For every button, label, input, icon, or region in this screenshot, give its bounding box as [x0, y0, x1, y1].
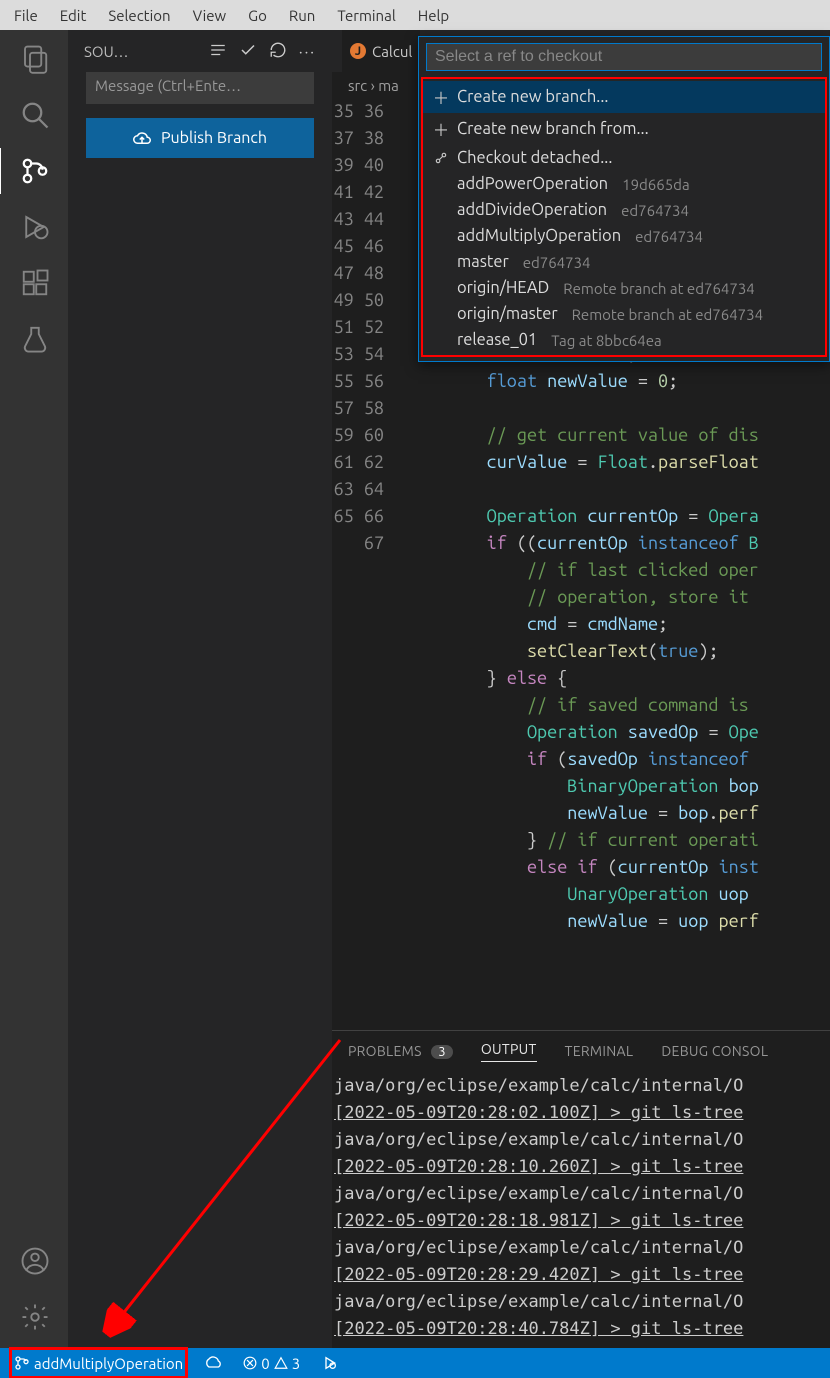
scm-title: SOU…	[84, 43, 197, 60]
editor-tab-calcul[interactable]: J Calcul	[342, 30, 420, 72]
settings-gear-icon[interactable]	[20, 1302, 50, 1332]
tab-label: Calcul	[372, 43, 412, 60]
quickpick-item-label: addPowerOperation	[457, 175, 608, 193]
quickpick-item-label: origin/master	[457, 305, 558, 323]
menu-help[interactable]: Help	[408, 5, 459, 26]
status-branch-name: addMultiplyOperation	[34, 1355, 183, 1372]
quickpick-item[interactable]: origin/HEAD Remote branch at ed764734	[423, 275, 825, 301]
quickpick-item[interactable]: addDivideOperation ed764734	[423, 197, 825, 223]
quickpick-item-hint: 19d665da	[622, 176, 690, 193]
publish-branch-label: Publish Branch	[161, 129, 267, 147]
quickpick-item[interactable]: master ed764734	[423, 249, 825, 275]
status-error-count: 0	[261, 1355, 269, 1372]
status-errors-warnings[interactable]: 0 3	[239, 1348, 304, 1378]
accounts-icon[interactable]	[20, 1246, 50, 1276]
more-actions-icon[interactable]: ···	[299, 43, 316, 60]
problems-count-badge: 3	[431, 1045, 453, 1059]
line-number-gutter: 35 36 37 38 39 40 41 42 43 44 45 46 47 4…	[332, 98, 406, 1030]
quickpick-item-label: addMultiplyOperation	[457, 227, 621, 245]
quickpick-list: ＋ Create new branch... ＋ Create new branch …	[421, 77, 827, 357]
publish-branch-button[interactable]: Publish Branch	[86, 118, 314, 158]
menu-bar: File Edit Selection View Go Run Terminal…	[0, 0, 830, 30]
quickpick-item-label: Create new branch...	[457, 88, 608, 106]
plus-icon: ＋	[433, 117, 449, 141]
view-tree-icon[interactable]	[209, 41, 227, 62]
panel-tab-problems[interactable]: PROBLEMS 3	[348, 1043, 453, 1059]
panel-tab-terminal[interactable]: TERMINAL	[565, 1043, 634, 1059]
panel-tab-output[interactable]: OUTPUT	[481, 1041, 537, 1062]
status-warning-count: 3	[292, 1355, 300, 1372]
quickpick-item-label: Create new branch from...	[457, 120, 649, 138]
quickpick-item[interactable]: origin/master Remote branch at ed764734	[423, 301, 825, 327]
quickpick-input[interactable]	[426, 43, 822, 71]
menu-go[interactable]: Go	[238, 5, 277, 26]
status-bar: addMultiplyOperation 0 3	[0, 1348, 830, 1378]
quickpick-item-hint: Remote branch at ed764734	[572, 306, 763, 323]
panel-tabs: PROBLEMS 3 OUTPUT TERMINAL DEBUG CONSOL	[332, 1031, 830, 1071]
menu-selection[interactable]: Selection	[98, 5, 180, 26]
activity-bar	[0, 30, 68, 1348]
quickpick-item-hint: ed764734	[621, 202, 689, 219]
detach-icon	[433, 151, 449, 165]
quickpick-item[interactable]: addMultiplyOperation ed764734	[423, 223, 825, 249]
menu-file[interactable]: File	[4, 5, 48, 26]
refresh-icon[interactable]	[269, 41, 287, 62]
source-control-icon[interactable]	[20, 156, 50, 186]
quickpick-item-label: release_01	[457, 331, 537, 349]
menu-terminal[interactable]: Terminal	[327, 5, 405, 26]
quickpick-item[interactable]: ＋ Create new branch...	[423, 81, 825, 113]
quickpick-item-hint: Remote branch at ed764734	[563, 280, 754, 297]
plus-icon: ＋	[433, 85, 449, 109]
commit-message-input[interactable]: Message (Ctrl+Ente…	[86, 72, 314, 104]
menu-run[interactable]: Run	[279, 5, 325, 26]
quickpick-item[interactable]: release_01 Tag at 8bbc64ea	[423, 327, 825, 353]
search-icon[interactable]	[20, 100, 50, 130]
menu-edit[interactable]: Edit	[50, 5, 97, 26]
quickpick-checkout-ref: ＋ Create new branch... ＋ Create new branch …	[418, 36, 830, 362]
quickpick-item[interactable]: Checkout detached...	[423, 145, 825, 171]
quickpick-item[interactable]: addPowerOperation 19d665da	[423, 171, 825, 197]
quickpick-item-label: Checkout detached...	[457, 149, 612, 167]
quickpick-item-label: addDivideOperation	[457, 201, 607, 219]
quickpick-item-hint: ed764734	[523, 254, 591, 271]
testing-icon[interactable]	[20, 324, 50, 354]
explorer-icon[interactable]	[20, 44, 50, 74]
quickpick-item-hint: Tag at 8bbc64ea	[551, 332, 661, 349]
quickpick-item-hint: ed764734	[635, 228, 703, 245]
java-file-icon: J	[350, 43, 366, 59]
status-branch[interactable]: addMultiplyOperation	[10, 1348, 187, 1378]
output-panel-body[interactable]: java/org/eclipse/example/calc/internal/O…	[332, 1071, 830, 1348]
scm-header: SOU… ···	[68, 30, 332, 72]
quickpick-item-label: origin/HEAD	[457, 279, 549, 297]
commit-check-icon[interactable]	[239, 41, 257, 62]
panel-tab-debug-console[interactable]: DEBUG CONSOL	[661, 1043, 768, 1059]
run-debug-icon[interactable]	[20, 212, 50, 242]
bottom-panel: PROBLEMS 3 OUTPUT TERMINAL DEBUG CONSOL …	[332, 1030, 830, 1348]
quickpick-item-label: master	[457, 253, 509, 271]
status-sync[interactable]	[201, 1348, 225, 1378]
menu-view[interactable]: View	[183, 5, 237, 26]
extensions-icon[interactable]	[20, 268, 50, 298]
status-debug-start[interactable]	[318, 1348, 342, 1378]
quickpick-item[interactable]: ＋ Create new branch from...	[423, 113, 825, 145]
